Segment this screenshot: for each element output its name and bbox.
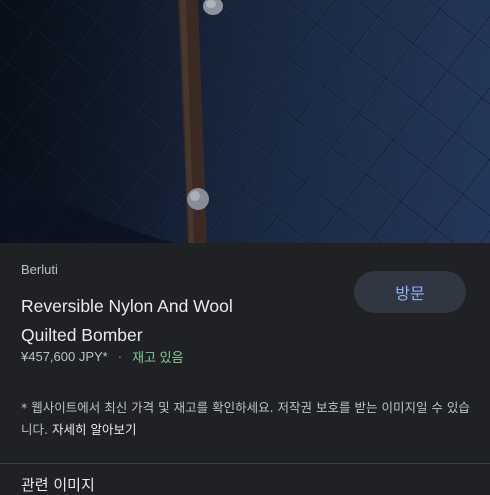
related-images-title: 관련 이미지: [21, 476, 95, 494]
brand-name[interactable]: Berluti: [21, 262, 58, 277]
price: ¥457,600 JPY*: [21, 349, 108, 364]
separator-dot: ·: [117, 349, 123, 364]
learn-more-link[interactable]: 자세히 알아보기: [52, 422, 136, 437]
price-row: ¥457,600 JPY* · 재고 있음: [21, 347, 184, 366]
product-panel: Berluti Reversible Nylon And Wool Quilte…: [0, 243, 490, 494]
product-image[interactable]: [0, 0, 490, 243]
product-title-line2: Quilted Bomber: [21, 325, 143, 345]
visit-button[interactable]: 방문: [354, 271, 466, 313]
related-images-section: 관련 이미지: [0, 463, 490, 494]
jacket-illustration: [0, 0, 490, 243]
product-title-line1: Reversible Nylon And Wool: [21, 296, 233, 316]
disclaimer: * 웹사이트에서 최신 가격 및 재고를 확인하세요. 저작권 보호를 받는 이…: [21, 397, 481, 441]
stock-status: 재고 있음: [132, 350, 184, 365]
product-title[interactable]: Reversible Nylon And Wool Quilted Bomber: [21, 292, 321, 350]
